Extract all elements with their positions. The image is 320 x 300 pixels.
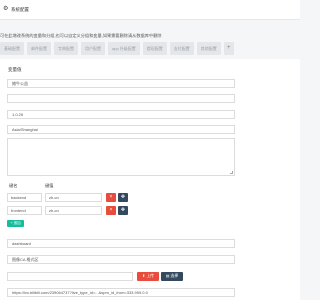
tab-withdraw[interactable]: 提现配置 [142,42,167,55]
delete-row-button[interactable]: × [106,206,116,215]
delete-row-button[interactable]: × [106,193,116,202]
kv-value-input[interactable]: zh-cn [45,206,102,215]
upload-button[interactable]: ⬆ 上传 [137,272,159,281]
tab-dictionary[interactable]: 字典配置 [54,42,78,55]
fixed-page-input[interactable]: dashboard [7,239,235,248]
config-tabs: 基础配置 邮件配置 字典配置 用户配置 app 升级配置 提现配置 支付配置 其… [0,42,234,55]
kv-key-input[interactable]: frontend [7,206,42,215]
tab-basic[interactable]: 基础配置 [0,42,24,55]
resize-grip-icon[interactable] [230,171,233,174]
url-input[interactable]: https://lxx.bilibili.com/239064737?live_… [7,288,235,297]
kv-value-input[interactable]: zh-cn [45,193,102,202]
beian-input[interactable] [7,94,235,103]
gear-icon: ⚙ [3,6,9,12]
kv-value-header: 键值 [45,183,54,188]
forbidden-ip-textarea[interactable] [7,138,235,176]
tab-user[interactable]: 用户配置 [81,42,105,55]
drag-row-button[interactable]: ✥ [118,206,128,215]
section-title: 变量值 [8,67,22,72]
append-row-button[interactable]: + 追加 [7,220,24,227]
tab-app-upgrade[interactable]: app 升级配置 [108,42,140,55]
image-url-input[interactable] [7,272,133,281]
add-tab-button[interactable]: + [223,42,234,55]
tab-other[interactable]: 其他配置 [196,42,221,55]
top-bar: ⚙ 系统配置 [0,0,300,20]
choose-button[interactable]: ▤ 选择 [161,272,183,281]
category-type-input[interactable]: 图像CA 格式区 [7,255,235,264]
kv-key-header: 键名 [9,183,18,188]
drag-row-button[interactable]: ✥ [118,193,128,202]
page-title: 系统配置 [11,7,29,12]
notice-text: 可在此增改系统的变量和分组,也可以自定义分组和变量,如果需要删除请从数据库中删除 [0,33,162,38]
timezone-input[interactable]: Asia/Shanghai [7,125,235,134]
version-input[interactable]: 1.0.25 [7,110,235,119]
tab-email[interactable]: 邮件配置 [27,42,51,55]
tab-payment[interactable]: 支付配置 [169,42,194,55]
site-name-input[interactable]: 摊牛公益 [7,79,235,88]
kv-key-input[interactable]: backend [7,193,42,202]
